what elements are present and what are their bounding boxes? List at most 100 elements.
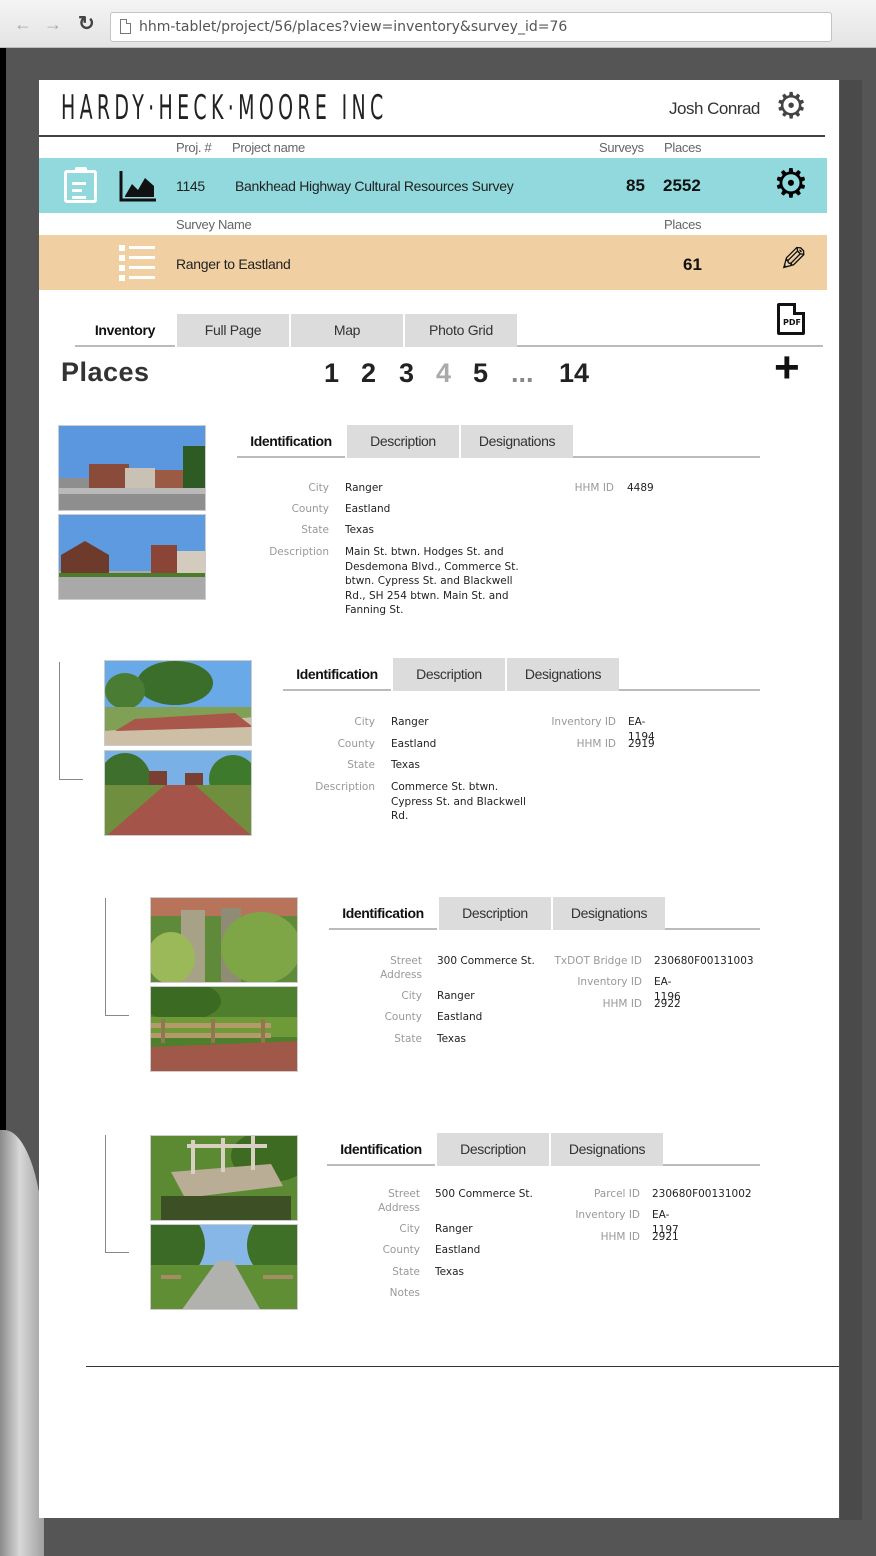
page-link-5[interactable]: 5 [473, 358, 488, 389]
field-value: Eastland [345, 503, 391, 515]
place-photo[interactable] [150, 1224, 298, 1310]
tab-designations[interactable]: Designations [459, 425, 573, 458]
survey-name-label: Survey Name [176, 217, 252, 232]
field-value: Texas [391, 759, 421, 771]
field-label: State [392, 1266, 420, 1278]
edit-pencil-icon[interactable]: ✎ [779, 241, 808, 279]
tab-description[interactable]: Description [345, 425, 459, 458]
field-label: HHM ID [600, 1231, 640, 1243]
place-photo[interactable] [150, 986, 298, 1072]
project-number: 1145 [176, 178, 205, 194]
proj-number-label: Proj. # [176, 140, 212, 155]
tab-inventory[interactable]: Inventory [75, 314, 175, 347]
tab-designations[interactable]: Designations [549, 1133, 663, 1166]
user-name[interactable]: Josh Conrad [669, 99, 760, 119]
place-photo[interactable] [58, 514, 206, 600]
field-value: 2919 [628, 738, 655, 750]
project-settings-gear-icon[interactable]: ⚙ [773, 164, 809, 204]
field-label: County [337, 738, 375, 750]
field-label: City [354, 716, 375, 728]
field-value: Ranger [435, 1223, 473, 1235]
project-name[interactable]: Bankhead Highway Cultural Resources Surv… [235, 178, 514, 194]
field-value: 500 Commerce St. [435, 1188, 533, 1200]
place-photo[interactable] [58, 425, 206, 511]
place-tabs: Identification Description Designations [329, 897, 760, 930]
tab-description[interactable]: Description [391, 658, 505, 691]
address-bar[interactable]: hhm-tablet/project/56/places?view=invent… [110, 12, 832, 42]
survey-places-label: Places [664, 217, 702, 232]
page-link-1[interactable]: 1 [324, 358, 339, 389]
field-label: Inventory ID [577, 976, 642, 988]
place-photo[interactable] [150, 897, 298, 983]
field-value: Ranger [345, 482, 383, 494]
place-tabs: Identification Description Designations [327, 1133, 760, 1166]
page-link-14[interactable]: 14 [559, 358, 589, 389]
url-text[interactable]: hhm-tablet/project/56/places?view=invent… [139, 19, 567, 35]
clipboard-icon[interactable] [64, 167, 97, 203]
app-page: HARDY·HECK·MOORE INC Josh Conrad ⚙ Proj.… [39, 80, 839, 1518]
field-label: Notes [389, 1287, 420, 1299]
hierarchy-bracket [105, 1135, 129, 1253]
field-value: Ranger [391, 716, 429, 728]
field-label: Street Address [378, 1188, 420, 1214]
tab-designations[interactable]: Designations [551, 897, 665, 930]
page-icon [120, 19, 131, 34]
survey-bar[interactable]: Ranger to Eastland 61 ✎ [39, 235, 827, 290]
place-tabs: Identification Description Designations [283, 658, 760, 691]
view-tabs: Inventory Full Page Map Photo Grid [75, 314, 823, 347]
field-label: State [347, 759, 375, 771]
places-heading: Places [61, 357, 150, 387]
header-divider [39, 135, 825, 137]
add-place-plus-icon[interactable]: + [774, 346, 800, 390]
hierarchy-bracket [59, 662, 83, 780]
page-link-3[interactable]: 3 [399, 358, 414, 389]
tab-identification[interactable]: Identification [329, 897, 437, 930]
survey-places-count: 61 [683, 255, 702, 274]
project-places-count: 2552 [663, 176, 701, 195]
tab-description[interactable]: Description [437, 897, 551, 930]
field-label: Parcel ID [593, 1188, 640, 1200]
field-value: 230680F00131002 [652, 1188, 752, 1200]
browser-toolbar: ← → ↻ hhm-tablet/project/56/places?view=… [0, 0, 876, 48]
field-value: 2921 [652, 1231, 679, 1243]
list-icon[interactable] [119, 245, 155, 281]
field-label: State [301, 524, 329, 536]
project-bar[interactable]: 1145 Bankhead Highway Cultural Resources… [39, 158, 827, 213]
line-chart-icon[interactable] [119, 170, 157, 202]
tab-designations[interactable]: Designations [505, 658, 619, 691]
hand-shadow [0, 1130, 44, 1556]
footer-divider [86, 1366, 839, 1367]
pdf-export-icon[interactable]: PDF [777, 303, 805, 335]
field-value: 300 Commerce St. [437, 955, 535, 967]
tab-map[interactable]: Map [289, 314, 403, 347]
place-photo[interactable] [104, 750, 252, 836]
field-value: Main St. btwn. Hodges St. and Desdemona … [345, 546, 519, 616]
tab-identification[interactable]: Identification [283, 658, 391, 691]
tab-identification[interactable]: Identification [327, 1133, 435, 1166]
field-label: State [394, 1033, 422, 1045]
survey-name[interactable]: Ranger to Eastland [176, 256, 291, 272]
field-value: Eastland [437, 1011, 483, 1023]
field-value: Eastland [435, 1244, 481, 1256]
surveys-count: 85 [626, 176, 645, 195]
field-label: Street Address [380, 955, 422, 981]
project-places-label: Places [664, 140, 702, 155]
field-value: Ranger [437, 990, 475, 1002]
page-link-2[interactable]: 2 [361, 358, 376, 389]
field-label: Inventory ID [575, 1209, 640, 1221]
tab-identification[interactable]: Identification [237, 425, 345, 458]
project-name-label: Project name [232, 140, 305, 155]
place-tabs: Identification Description Designations [237, 425, 760, 458]
tab-full-page[interactable]: Full Page [175, 314, 289, 347]
forward-arrow-icon[interactable]: → [44, 14, 62, 34]
settings-gear-icon[interactable]: ⚙ [775, 88, 807, 124]
field-label: HHM ID [574, 482, 614, 494]
place-photo[interactable] [104, 660, 252, 746]
tab-photo-grid[interactable]: Photo Grid [403, 314, 517, 347]
page-ellipsis: ... [511, 358, 534, 388]
reload-icon[interactable]: ↻ [78, 14, 95, 34]
place-photo[interactable] [150, 1135, 298, 1221]
field-label: TxDOT Bridge ID [554, 955, 642, 967]
tab-description[interactable]: Description [435, 1133, 549, 1166]
back-arrow-icon[interactable]: ← [14, 14, 32, 34]
